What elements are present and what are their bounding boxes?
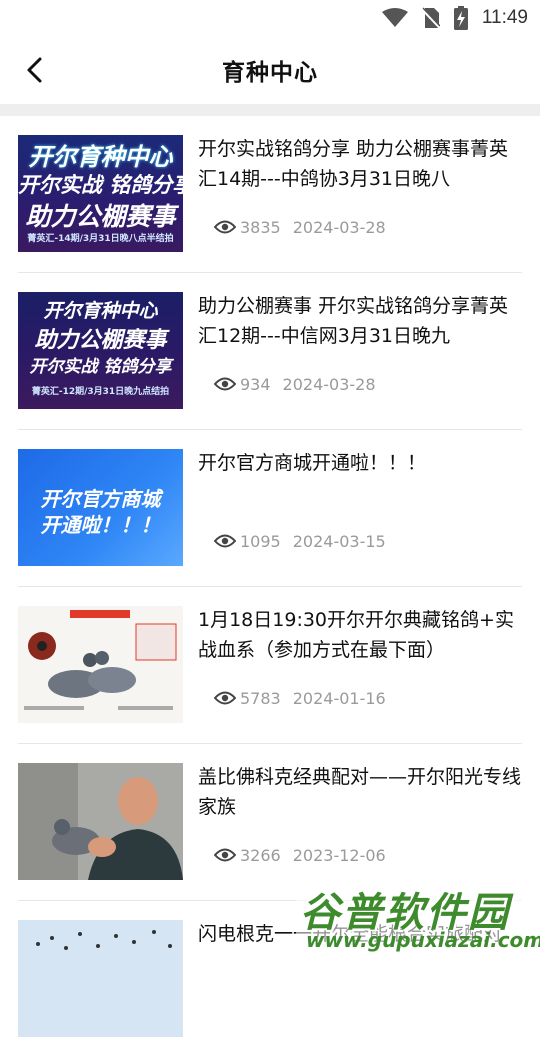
page-title: 育种中心 xyxy=(222,60,318,86)
eye-icon xyxy=(214,848,236,862)
man-with-pigeon-photo xyxy=(18,763,183,880)
no-sim-icon xyxy=(421,7,440,29)
pigeon-pair-image xyxy=(18,606,183,723)
list-item[interactable]: 开尔育种中心 开尔实战 铭鸽分享 助力公棚赛事 菁英汇-14期/3月31日晚八点… xyxy=(18,116,522,273)
article-thumbnail xyxy=(18,920,183,1037)
nav-bar: 育种中心 xyxy=(0,36,540,104)
article-title: 盖比佛科克经典配对——开尔阳光专线家族 xyxy=(198,766,522,818)
publish-date: 2024-01-16 xyxy=(292,688,386,708)
watermark-url: www.gupuxiazai.com xyxy=(306,928,540,952)
flock-of-birds-image xyxy=(18,920,183,1037)
publish-date: 2024-03-28 xyxy=(292,217,386,237)
article-thumbnail xyxy=(18,606,183,723)
list-item[interactable]: 1月18日19:30开尔开尔典藏铭鸽+实战血系（参加方式在最下面） 5783 2… xyxy=(18,587,522,744)
article-meta: 3266 2023-12-06 xyxy=(214,844,386,866)
status-time: 11:49 xyxy=(481,7,528,28)
view-count: 3835 xyxy=(240,217,281,237)
thumbnail-text: 开尔官方商城 xyxy=(40,487,161,511)
status-bar: 11:49 xyxy=(0,0,540,36)
list-item[interactable]: 开尔育种中心 助力公棚赛事 开尔实战 铭鸽分享 菁英汇-12期/3月31日晚九点… xyxy=(18,273,522,430)
article-thumbnail: 开尔育种中心 开尔实战 铭鸽分享 助力公棚赛事 菁英汇-14期/3月31日晚八点… xyxy=(18,135,183,252)
thumbnail-text: 开尔实战 铭鸽分享 xyxy=(29,357,172,377)
thumbnail-text: 开尔育种中心 xyxy=(28,143,173,171)
thumbnail-caption: 菁英汇-14期/3月31日晚八点半结拍 xyxy=(27,234,174,244)
view-count: 3266 xyxy=(240,845,281,865)
article-title: 开尔实战铭鸽分享 助力公棚赛事菁英汇14期---中鸽协3月31日晚八 xyxy=(198,138,509,190)
thumbnail-text: 助力公棚赛事 xyxy=(34,328,167,353)
article-title: 开尔官方商城开通啦！！！ xyxy=(198,452,427,474)
article-title: 助力公棚赛事 开尔实战铭鸽分享菁英汇12期---中信网3月31日晚九 xyxy=(198,295,509,347)
back-button[interactable] xyxy=(14,50,54,90)
thumbnail-text: 助力公棚赛事 xyxy=(25,202,176,231)
view-count: 1095 xyxy=(240,531,281,551)
eye-icon xyxy=(214,220,236,234)
article-meta: 5783 2024-01-16 xyxy=(214,687,386,709)
eye-icon xyxy=(214,377,236,391)
article-thumbnail xyxy=(18,763,183,880)
article-title: 1月18日19:30开尔开尔典藏铭鸽+实战血系（参加方式在最下面） xyxy=(198,609,514,661)
publish-date: 2024-03-28 xyxy=(282,374,376,394)
article-thumbnail: 开尔官方商城 开通啦！！！ xyxy=(18,449,183,566)
article-meta: 3835 2024-03-28 xyxy=(214,216,386,238)
thumbnail-text: 开尔育种中心 xyxy=(43,300,158,322)
eye-icon xyxy=(214,691,236,705)
view-count: 5783 xyxy=(240,688,281,708)
thumbnail-text: 开通啦！！！ xyxy=(40,513,161,537)
view-count: 934 xyxy=(240,374,271,394)
eye-icon xyxy=(214,534,236,548)
publish-date: 2024-03-15 xyxy=(292,531,386,551)
wifi-icon xyxy=(381,8,408,28)
battery-charging-icon xyxy=(453,6,468,30)
thumbnail-text: 开尔实战 铭鸽分享 xyxy=(18,173,183,197)
chevron-left-icon xyxy=(27,57,42,83)
watermark-logo: 谷普软件园 www.gupuxiazai.com xyxy=(296,876,540,960)
article-meta: 1095 2024-03-15 xyxy=(214,530,386,552)
header-divider xyxy=(0,104,540,116)
article-meta: 934 2024-03-28 xyxy=(214,373,376,395)
thumbnail-caption: 菁英汇-12期/3月31日晚九点结拍 xyxy=(31,387,170,397)
list-item[interactable]: 开尔官方商城 开通啦！！！ 开尔官方商城开通啦！！！ 1095 2024-03-… xyxy=(18,430,522,587)
article-thumbnail: 开尔育种中心 助力公棚赛事 开尔实战 铭鸽分享 菁英汇-12期/3月31日晚九点… xyxy=(18,292,183,409)
publish-date: 2023-12-06 xyxy=(292,845,386,865)
